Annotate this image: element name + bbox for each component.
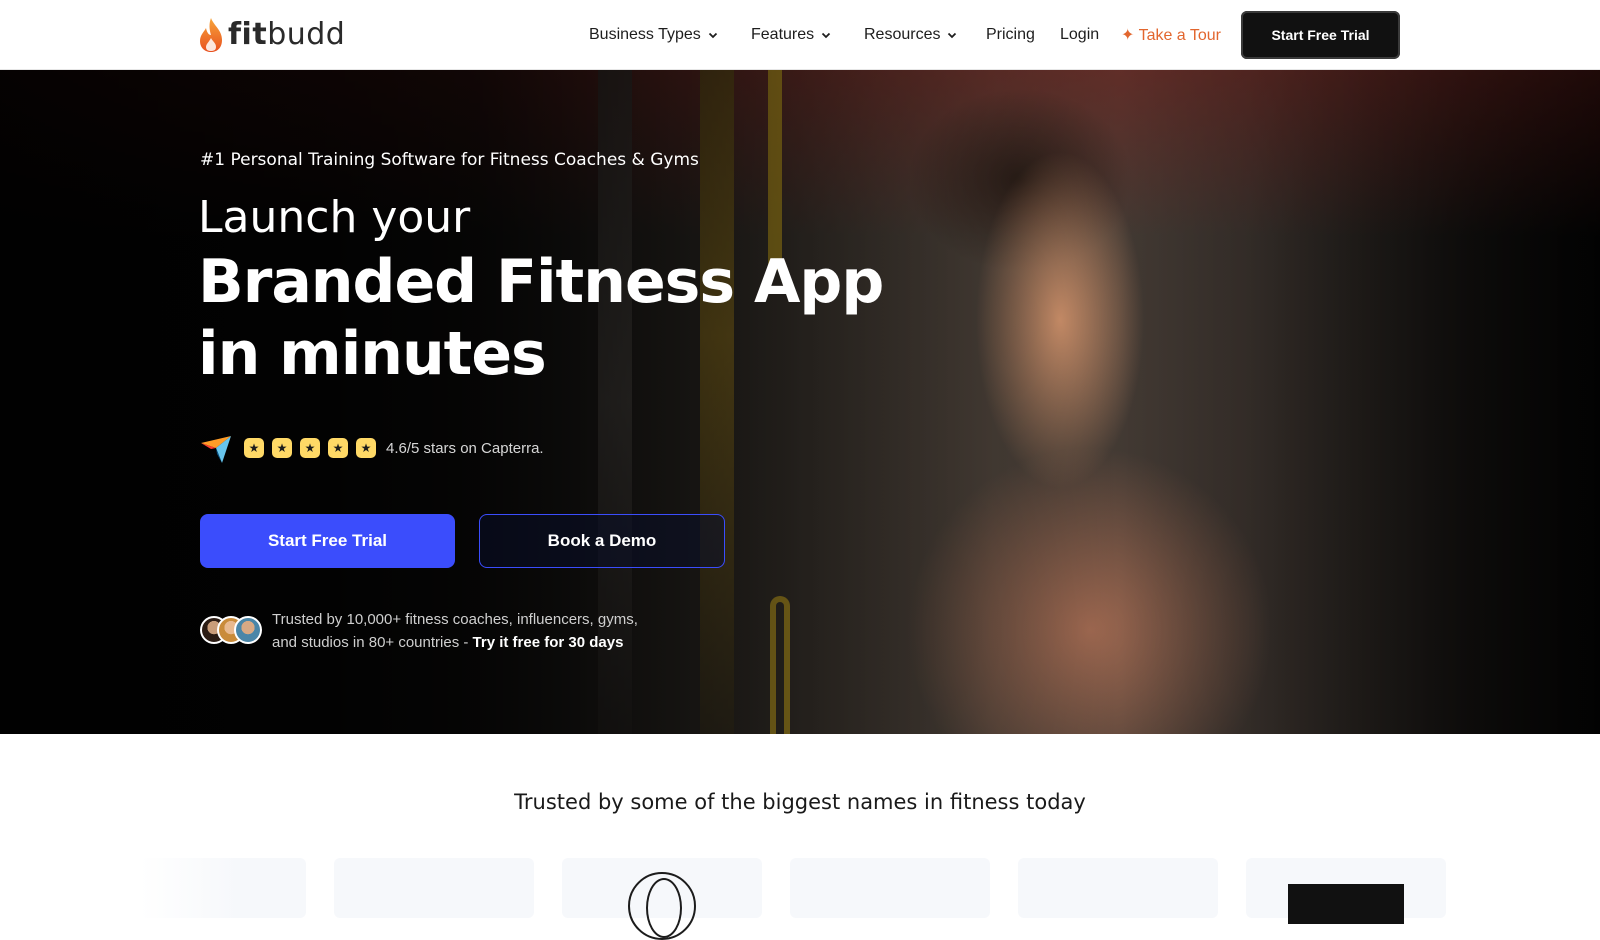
- nav-business-types[interactable]: Business Types: [589, 24, 718, 46]
- nav-take-a-tour[interactable]: ✦ Take a Tour: [1121, 24, 1221, 46]
- trust-text-line2-main: and studios in 80+ countries -: [272, 634, 469, 651]
- rating-text: 4.6/5 stars on Capterra.: [386, 439, 544, 457]
- nav-take-a-tour-label: ✦ Take a Tour: [1121, 27, 1221, 44]
- logo-wordmark-light: budd: [267, 17, 346, 52]
- trust-text-line1: Trusted by 10,000+ fitness coaches, infl…: [272, 611, 638, 628]
- avatar: [234, 616, 262, 644]
- chevron-down-icon: [708, 32, 717, 39]
- top-navigation: fitbudd Business Types Features Resource…: [0, 0, 1600, 70]
- nav-features-label: Features: [751, 26, 815, 43]
- header-start-free-trial-button[interactable]: Start Free Trial: [1241, 11, 1400, 59]
- star-icon: ★: [244, 438, 264, 458]
- nav-pricing[interactable]: Pricing: [986, 24, 1035, 46]
- brand-logo-card: [1246, 858, 1446, 924]
- trust-text: Trusted by 10,000+ fitness coaches, infl…: [272, 608, 638, 654]
- nav-resources-label: Resources: [864, 26, 941, 43]
- trusted-by-title: Trusted by some of the biggest names in …: [514, 790, 1086, 814]
- hero-headline-line3: in minutes: [198, 319, 547, 389]
- brand-logo-card: [562, 858, 762, 940]
- nav-business-types-label: Business Types: [589, 26, 701, 43]
- trust-text-line2: and studios in 80+ countries - Try it fr…: [272, 631, 638, 654]
- capterra-rating: ★ ★ ★ ★ ★ 4.6/5 stars on Capterra.: [200, 432, 544, 464]
- book-a-demo-button[interactable]: Book a Demo: [479, 514, 725, 568]
- nav-pricing-label: Pricing: [986, 26, 1035, 43]
- chevron-down-icon: [948, 32, 957, 39]
- brand-logo-card: [790, 858, 990, 918]
- logo-wordmark-bold: fit: [228, 17, 268, 52]
- nav-login-label: Login: [1060, 26, 1100, 43]
- capterra-icon: [201, 436, 231, 463]
- nav-login[interactable]: Login: [1060, 24, 1099, 46]
- start-free-trial-button[interactable]: Start Free Trial: [200, 514, 455, 568]
- hero-headline-line1: Launch your: [198, 192, 471, 243]
- trust-block: Trusted by 10,000+ fitness coaches, infl…: [200, 608, 638, 654]
- trust-highlight: Try it free for 30 days: [472, 634, 624, 651]
- brand-logo-card: [334, 858, 534, 918]
- brand-logo-icon: [1288, 884, 1404, 924]
- star-icon: ★: [356, 438, 376, 458]
- fitbudd-logo[interactable]: fitbudd: [198, 16, 345, 54]
- star-icon: ★: [328, 438, 348, 458]
- chevron-down-icon: [822, 32, 831, 39]
- brand-logo-card: [1018, 858, 1218, 918]
- logo-wordmark: fitbudd: [228, 16, 345, 54]
- hero-section: #1 Personal Training Software for Fitnes…: [0, 70, 1600, 734]
- hero-eyebrow: #1 Personal Training Software for Fitnes…: [200, 150, 699, 170]
- hero-headline-line2: Branded Fitness App: [198, 247, 884, 317]
- star-icon: ★: [300, 438, 320, 458]
- globe-logo-icon: [628, 872, 696, 940]
- brand-logo-card: [140, 858, 306, 918]
- star-icon: ★: [272, 438, 292, 458]
- flame-icon: [200, 18, 222, 52]
- rating-stars: ★ ★ ★ ★ ★: [244, 438, 384, 458]
- nav-features[interactable]: Features: [751, 24, 831, 46]
- customer-avatars: [200, 616, 262, 644]
- nav-resources[interactable]: Resources: [864, 24, 957, 46]
